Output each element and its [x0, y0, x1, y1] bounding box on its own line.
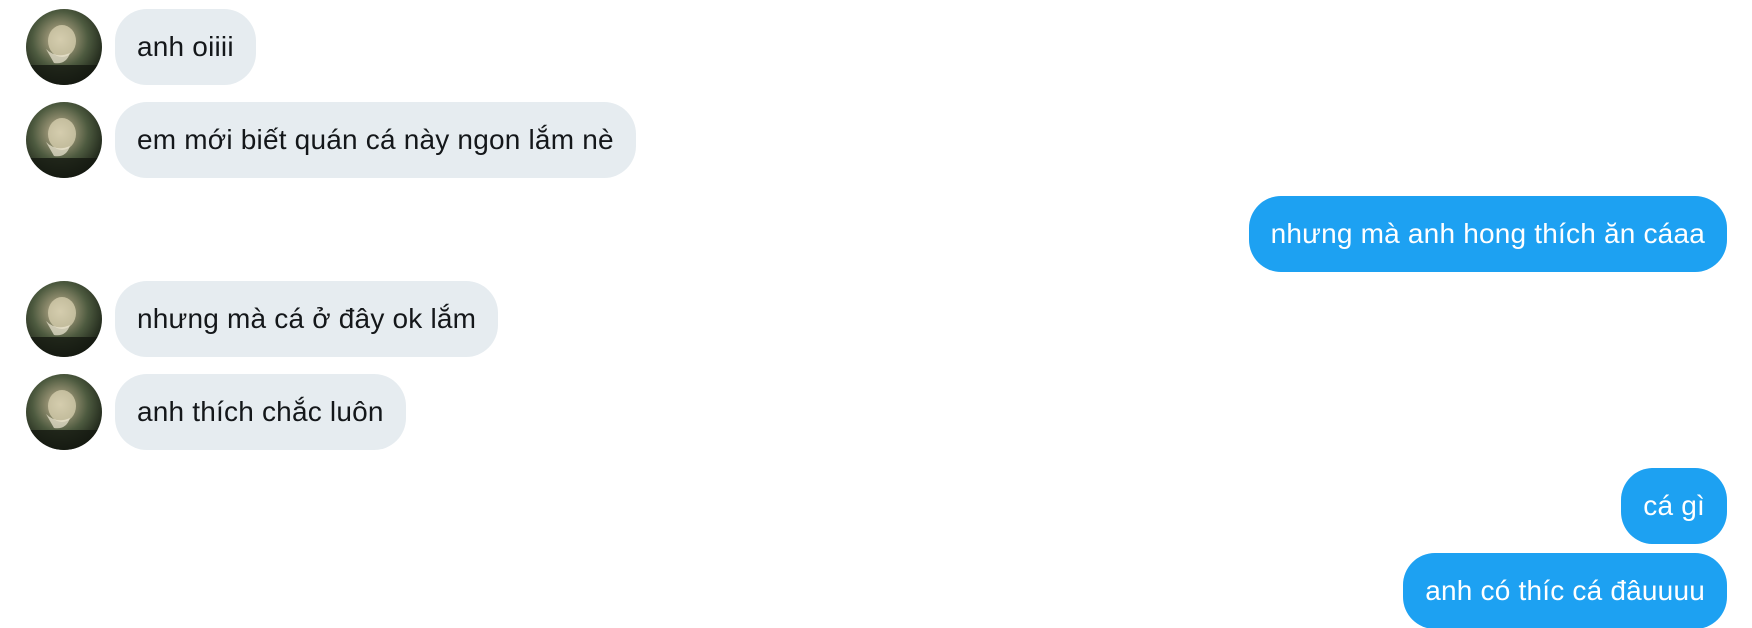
message-bubble-incoming[interactable]: em mới biết quán cá này ngon lắm nè	[115, 102, 636, 178]
message-bubble-outgoing[interactable]: nhưng mà anh hong thích ăn cáaa	[1248, 196, 1727, 272]
message-bubble-incoming[interactable]: nhưng mà cá ở đây ok lắm	[115, 281, 499, 357]
message-text: cá gì	[1643, 490, 1705, 521]
message-text: em mới biết quán cá này ngon lắm nè	[137, 124, 614, 155]
message-bubble-incoming[interactable]: anh oiiii	[115, 9, 256, 85]
message-row-outgoing: anh có thíc cá đâuuuu	[0, 553, 1752, 628]
message-text: anh có thíc cá đâuuuu	[1425, 575, 1705, 606]
chat-thread: anh oiiii em mới biết quán cá này ngon l…	[0, 0, 1752, 628]
message-row-incoming: nhưng mà cá ở đây ok lắm	[0, 281, 1752, 357]
message-bubble-outgoing[interactable]: anh có thíc cá đâuuuu	[1403, 553, 1727, 628]
avatar[interactable]	[26, 281, 102, 357]
message-bubble-incoming[interactable]: anh thích chắc luôn	[115, 374, 406, 450]
avatar[interactable]	[26, 374, 102, 450]
avatar[interactable]	[26, 102, 102, 178]
message-bubble-outgoing[interactable]: cá gì	[1621, 468, 1727, 544]
message-row-incoming: anh oiiii	[0, 9, 1752, 85]
user-avatar-photo-icon	[26, 390, 102, 450]
user-avatar-photo-icon	[26, 297, 102, 357]
message-row-outgoing: nhưng mà anh hong thích ăn cáaa	[0, 196, 1752, 272]
avatar[interactable]	[26, 9, 102, 85]
user-avatar-photo-icon	[26, 118, 102, 178]
message-row-incoming: em mới biết quán cá này ngon lắm nè	[0, 102, 1752, 178]
message-text: anh oiiii	[137, 31, 234, 62]
message-text: nhưng mà cá ở đây ok lắm	[137, 303, 477, 334]
message-row-incoming: anh thích chắc luôn	[0, 374, 1752, 450]
message-text: anh thích chắc luôn	[137, 396, 384, 427]
message-row-outgoing: cá gì	[0, 468, 1752, 544]
user-avatar-photo-icon	[26, 25, 102, 85]
message-text: nhưng mà anh hong thích ăn cáaa	[1270, 218, 1705, 249]
